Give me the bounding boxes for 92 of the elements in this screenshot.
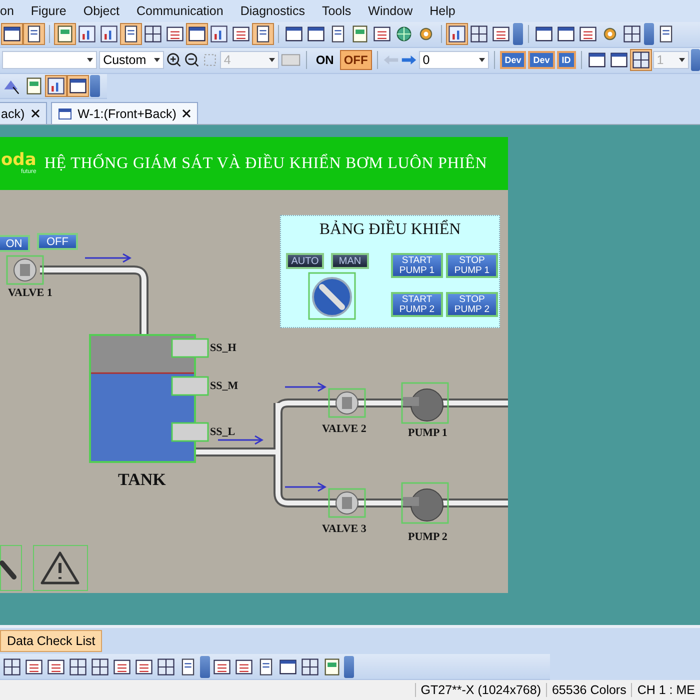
menu-item[interactable]: Diagnostics [240, 4, 305, 18]
dropdown[interactable]: Custom [99, 51, 164, 70]
menu-item[interactable]: Communication [136, 4, 224, 18]
grid-icon[interactable] [469, 24, 489, 44]
pump-control-button[interactable]: START PUMP 2 [391, 292, 443, 318]
menu-item[interactable]: on [0, 4, 14, 18]
selector-switch-icon[interactable] [308, 272, 356, 320]
page-icon[interactable] [253, 24, 273, 44]
menu-item[interactable]: Window [368, 4, 413, 18]
pump-control-button[interactable]: STOP PUMP 1 [446, 253, 498, 278]
toolbar-grip[interactable] [691, 49, 700, 72]
toolbar-grip[interactable] [644, 23, 654, 46]
grid-icon[interactable] [622, 24, 642, 44]
window-icon[interactable] [187, 24, 207, 44]
flow-arrow [285, 482, 327, 492]
device-button[interactable]: Dev [528, 51, 555, 70]
sensor-label: SS_M [210, 380, 238, 392]
zoom-out-icon[interactable] [184, 51, 200, 70]
sensor-icon [171, 376, 209, 396]
grid-icon[interactable] [2, 656, 22, 677]
device-button[interactable]: ID [556, 51, 576, 70]
status-text: GT27**-X (1024x768) [414, 683, 546, 698]
window-icon [58, 108, 72, 120]
chart-icon[interactable] [46, 76, 66, 96]
grid-icon[interactable] [156, 656, 176, 677]
grid-icon[interactable] [90, 656, 110, 677]
logo-text: oda [1, 152, 36, 170]
valve-icon[interactable] [328, 488, 366, 518]
sensor-icon [171, 422, 209, 442]
pump-label: PUMP 1 [408, 427, 448, 440]
valve-icon[interactable] [328, 388, 366, 418]
tank-label: TANK [118, 470, 166, 490]
chart-icon[interactable] [209, 24, 229, 44]
mode-button[interactable]: MAN [331, 253, 369, 270]
pump-icon[interactable] [401, 482, 449, 524]
document-tab[interactable]: W-1:(Front+Back) [50, 102, 198, 124]
menu-item[interactable]: Figure [30, 4, 66, 18]
valve-button[interactable]: OFF [37, 233, 78, 250]
document-tab[interactable]: ack) [0, 102, 47, 124]
tab-label: W-1:(Front+Back) [78, 106, 176, 121]
flow-arrow [85, 254, 132, 263]
valve-label: VALVE 1 [8, 287, 52, 300]
sensor-icon [171, 338, 209, 358]
pump-control-button[interactable]: START PUMP 1 [391, 253, 443, 278]
pump-label: PUMP 2 [408, 531, 448, 544]
page-icon[interactable] [24, 24, 44, 44]
panel-title: BẢNG ĐIỀU KHIỂN [318, 221, 462, 240]
mode-button[interactable]: AUTO [286, 253, 324, 270]
chart-icon[interactable] [99, 24, 119, 44]
flow-arrow [285, 382, 327, 392]
valve-label: VALVE 2 [322, 423, 366, 436]
doc-icon[interactable] [24, 76, 44, 96]
pump-icon[interactable] [401, 382, 449, 424]
toolbar-grip[interactable] [344, 656, 354, 678]
warning-icon[interactable] [33, 545, 88, 592]
close-icon[interactable] [182, 109, 192, 118]
menu-item[interactable]: Object [83, 4, 120, 18]
dropdown[interactable]: 0 [418, 51, 489, 70]
grid-icon[interactable] [630, 50, 651, 70]
toggle-button[interactable]: ON [312, 50, 338, 70]
tab-label: ack) [1, 106, 25, 121]
menu-item[interactable]: Tools [322, 4, 352, 18]
sensor-label: SS_H [210, 342, 236, 354]
screen-title: HỆ THỐNG GIÁM SÁT VÀ ĐIỀU KHIỂN BƠM LUÔN PHIÊN [44, 154, 488, 173]
toolbar-grip[interactable] [513, 23, 523, 46]
grid-icon[interactable] [143, 24, 163, 44]
zoom-in-icon[interactable] [166, 51, 182, 70]
window-icon[interactable] [2, 24, 22, 44]
toolbar-grip[interactable] [200, 656, 210, 678]
status-text: 65536 Colors [546, 683, 632, 698]
flow-arrow [218, 436, 264, 445]
grid-icon[interactable] [68, 656, 88, 677]
sensor-label: SS_L [210, 426, 236, 438]
chart-icon[interactable] [77, 24, 97, 44]
valve-icon[interactable] [6, 255, 44, 285]
status-text: CH 1 : ME [631, 683, 700, 698]
page-icon[interactable] [121, 24, 141, 44]
window-icon[interactable] [68, 76, 88, 96]
doc-icon[interactable] [322, 656, 342, 677]
doc-icon[interactable] [55, 24, 75, 44]
chart-icon[interactable] [447, 24, 467, 44]
valve-button[interactable]: ON [0, 235, 30, 252]
toggle-button[interactable]: OFF [340, 50, 372, 70]
close-icon[interactable] [30, 109, 40, 118]
menu-item[interactable]: Help [430, 4, 456, 18]
device-button[interactable]: Dev [500, 51, 526, 70]
grid-icon[interactable] [300, 656, 320, 677]
doc-icon[interactable] [350, 24, 370, 44]
valve-label: VALVE 3 [322, 523, 366, 536]
panel-tab[interactable]: Data Check List [0, 630, 102, 652]
toolbar-grip[interactable] [90, 74, 100, 97]
pump-control-button[interactable]: STOP PUMP 2 [446, 292, 498, 318]
